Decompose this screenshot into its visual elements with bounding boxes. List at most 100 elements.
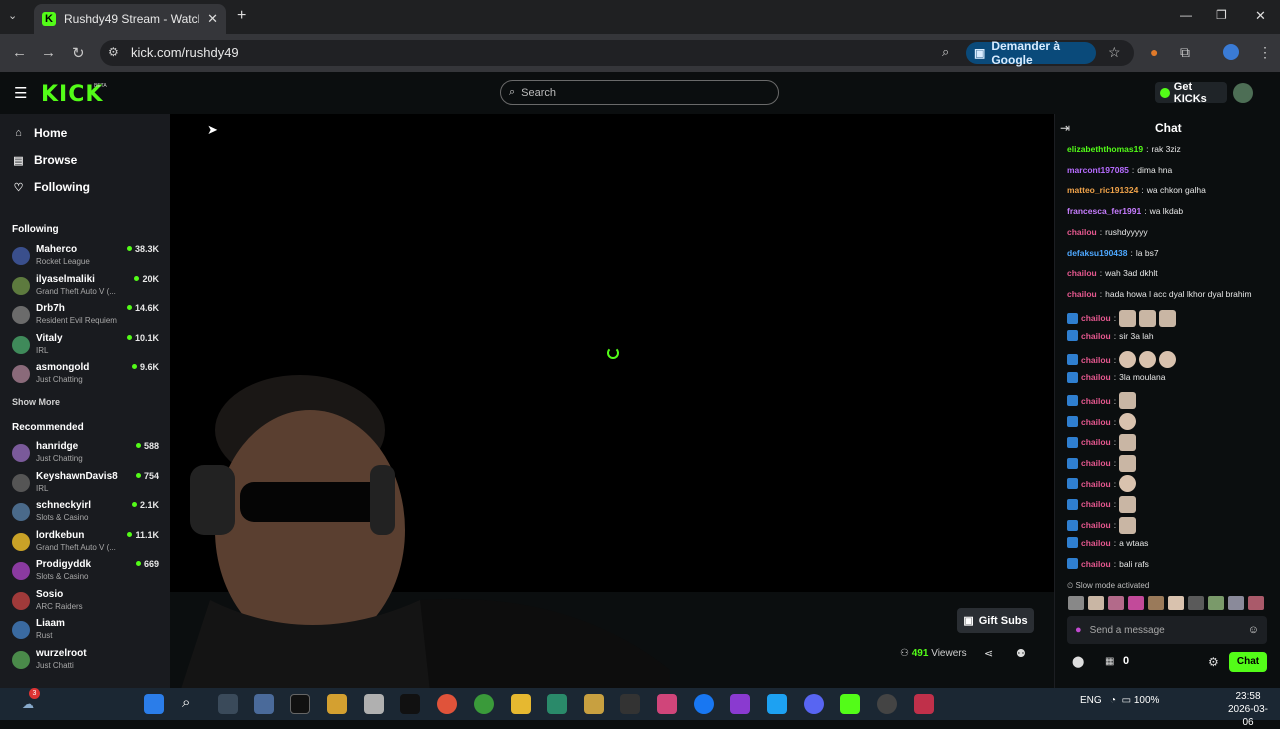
chat-username[interactable]: chailou: [1081, 499, 1111, 509]
windows-start-icon[interactable]: [144, 694, 164, 714]
following-channel[interactable]: ilyaselmaliki Grand Theft Auto V (... 20K: [12, 274, 164, 302]
taskbar-app-icon-6[interactable]: [730, 694, 750, 714]
taskbar-app-icon-5[interactable]: [620, 694, 640, 714]
hamburger-menu-icon[interactable]: ☰: [14, 84, 27, 102]
firefox-icon[interactable]: [437, 694, 457, 714]
mail-icon[interactable]: [364, 694, 384, 714]
search-input[interactable]: [521, 86, 762, 99]
extensions-puzzle-icon[interactable]: ⧉: [1180, 44, 1190, 61]
task-view-icon[interactable]: [218, 694, 238, 714]
chat-drop-icon[interactable]: ⬤: [1072, 655, 1084, 668]
taskbar-search-icon[interactable]: ⌕: [182, 694, 202, 714]
chat-username[interactable]: chailou: [1081, 417, 1111, 427]
show-more-link[interactable]: Show More: [12, 397, 60, 407]
chat-username[interactable]: chailou: [1081, 331, 1111, 341]
chat-username[interactable]: chailou: [1081, 355, 1111, 365]
chat-username[interactable]: matteo_ric191324: [1067, 185, 1138, 195]
weather-widget-icon[interactable]: ☁: [22, 697, 34, 711]
following-channel[interactable]: Vitaly IRL 10.1K: [12, 333, 164, 361]
recommended-channel[interactable]: hanridge Just Chatting 588: [12, 441, 164, 469]
ask-google-button[interactable]: ▣ Demander à Google: [966, 39, 1096, 67]
gift-subs-button[interactable]: ▣ Gift Subs: [957, 608, 1034, 633]
instagram-icon[interactable]: [657, 694, 677, 714]
chat-username[interactable]: elizabeththomas19: [1067, 144, 1143, 154]
following-channel[interactable]: Drb7h Resident Evil Requiem 14.6K: [12, 303, 164, 331]
recommended-channel[interactable]: lordkebun Grand Theft Auto V (... 11.1K: [12, 530, 164, 558]
recommended-channel[interactable]: wurzelroot Just Chatti: [12, 648, 164, 676]
forward-icon[interactable]: →: [41, 44, 56, 61]
nav-home[interactable]: ⌂ Home: [12, 126, 67, 140]
taskbar-app-icon-7[interactable]: [914, 694, 934, 714]
nav-browse[interactable]: ▤ Browse: [12, 153, 77, 167]
back-icon[interactable]: ←: [12, 44, 27, 61]
chat-username[interactable]: francesca_fer1991: [1067, 206, 1141, 216]
taskbar-app-icon-1[interactable]: [254, 694, 274, 714]
chat-username[interactable]: chailou: [1081, 458, 1111, 468]
microphone-icon[interactable]: ●: [1075, 624, 1082, 636]
chat-username[interactable]: chailou: [1081, 396, 1111, 406]
obs-icon[interactable]: [877, 694, 897, 714]
minimize-icon[interactable]: —: [1180, 8, 1192, 22]
taskbar-app-icon-3[interactable]: [547, 694, 567, 714]
tiktok-icon[interactable]: [400, 694, 420, 714]
chrome-icon[interactable]: [474, 694, 494, 714]
collapse-chat-icon[interactable]: ⇥: [1060, 121, 1070, 135]
get-kicks-button[interactable]: Get KICKs: [1155, 81, 1227, 105]
nav-following[interactable]: ♡ Following: [12, 180, 90, 194]
site-info-icon[interactable]: ⚙: [108, 45, 119, 59]
discord-icon[interactable]: [804, 694, 824, 714]
chat-username[interactable]: marcont197085: [1067, 165, 1129, 175]
recommended-channel[interactable]: Prodigyddk Slots & Casino 669: [12, 559, 164, 587]
follow-user-icon[interactable]: ⚉: [1016, 647, 1026, 660]
search-bar[interactable]: ⌕: [500, 80, 779, 105]
chat-username[interactable]: chailou: [1081, 520, 1111, 530]
twitter-icon[interactable]: [767, 694, 787, 714]
points-store-icon[interactable]: ▦: [1105, 656, 1114, 667]
kick-app-icon[interactable]: [840, 694, 860, 714]
chat-settings-gear-icon[interactable]: ⚙: [1208, 655, 1219, 669]
url-text[interactable]: kick.com/rushdy49: [131, 45, 239, 60]
restore-icon[interactable]: ❐: [1216, 8, 1227, 22]
bookmark-star-icon[interactable]: ☆: [1108, 44, 1121, 61]
profile-avatar[interactable]: [1223, 44, 1239, 60]
following-channel[interactable]: asmongold Just Chatting 9.6K: [12, 362, 164, 390]
new-tab-icon[interactable]: +: [237, 7, 246, 25]
recommended-channel[interactable]: KeyshawnDavis8 IRL 754: [12, 471, 164, 499]
system-tray[interactable]: ENG ◔ ▭ 100%: [1080, 695, 1159, 706]
user-avatar[interactable]: [1233, 83, 1253, 103]
chat-username[interactable]: defaksu190438: [1067, 248, 1128, 258]
system-clock[interactable]: 23:58 2026-03-06: [1223, 690, 1273, 729]
emoji-icon[interactable]: ☺: [1248, 624, 1259, 636]
send-message-input[interactable]: [1089, 624, 1230, 636]
window-close-icon[interactable]: ✕: [1255, 8, 1266, 24]
taskbar-app-icon-4[interactable]: [584, 694, 604, 714]
browser-menu-icon[interactable]: ⋮: [1258, 44, 1272, 61]
chat-username[interactable]: chailou: [1081, 559, 1111, 569]
taskbar-app-icon-2[interactable]: [327, 694, 347, 714]
chat-username[interactable]: chailou: [1081, 538, 1111, 548]
chat-username[interactable]: chailou: [1081, 313, 1111, 323]
browser-tab[interactable]: K Rushdy49 Stream - Watch Live ✕: [34, 4, 226, 34]
extension-icon[interactable]: ●: [1150, 44, 1158, 60]
facebook-icon[interactable]: [694, 694, 714, 714]
recommended-channel[interactable]: Sosio ARC Raiders: [12, 589, 164, 617]
send-message-box[interactable]: ● ☺: [1067, 616, 1267, 644]
chat-username[interactable]: chailou: [1067, 289, 1097, 299]
zoom-search-icon[interactable]: ⌕: [942, 44, 949, 60]
recommended-channel[interactable]: Liaam Rust: [12, 618, 164, 646]
chat-username[interactable]: chailou: [1081, 372, 1111, 382]
file-explorer-icon[interactable]: [511, 694, 531, 714]
reload-icon[interactable]: ↻: [72, 44, 85, 62]
chat-send-button[interactable]: Chat: [1229, 652, 1267, 672]
following-channel[interactable]: Maherco Rocket League 38.3K: [12, 244, 164, 272]
terminal-icon[interactable]: [290, 694, 310, 714]
chat-username[interactable]: chailou: [1067, 227, 1097, 237]
chat-username[interactable]: chailou: [1081, 479, 1111, 489]
tab-search-icon[interactable]: ⌄: [8, 9, 17, 22]
close-tab-icon[interactable]: ✕: [207, 11, 218, 27]
share-icon[interactable]: ⋖: [984, 647, 993, 660]
recommended-channel[interactable]: schneckyirl Slots & Casino 2.1K: [12, 500, 164, 528]
chat-username[interactable]: chailou: [1081, 437, 1111, 447]
emote-quick-bar[interactable]: [1068, 596, 1268, 612]
chat-username[interactable]: chailou: [1067, 268, 1097, 278]
